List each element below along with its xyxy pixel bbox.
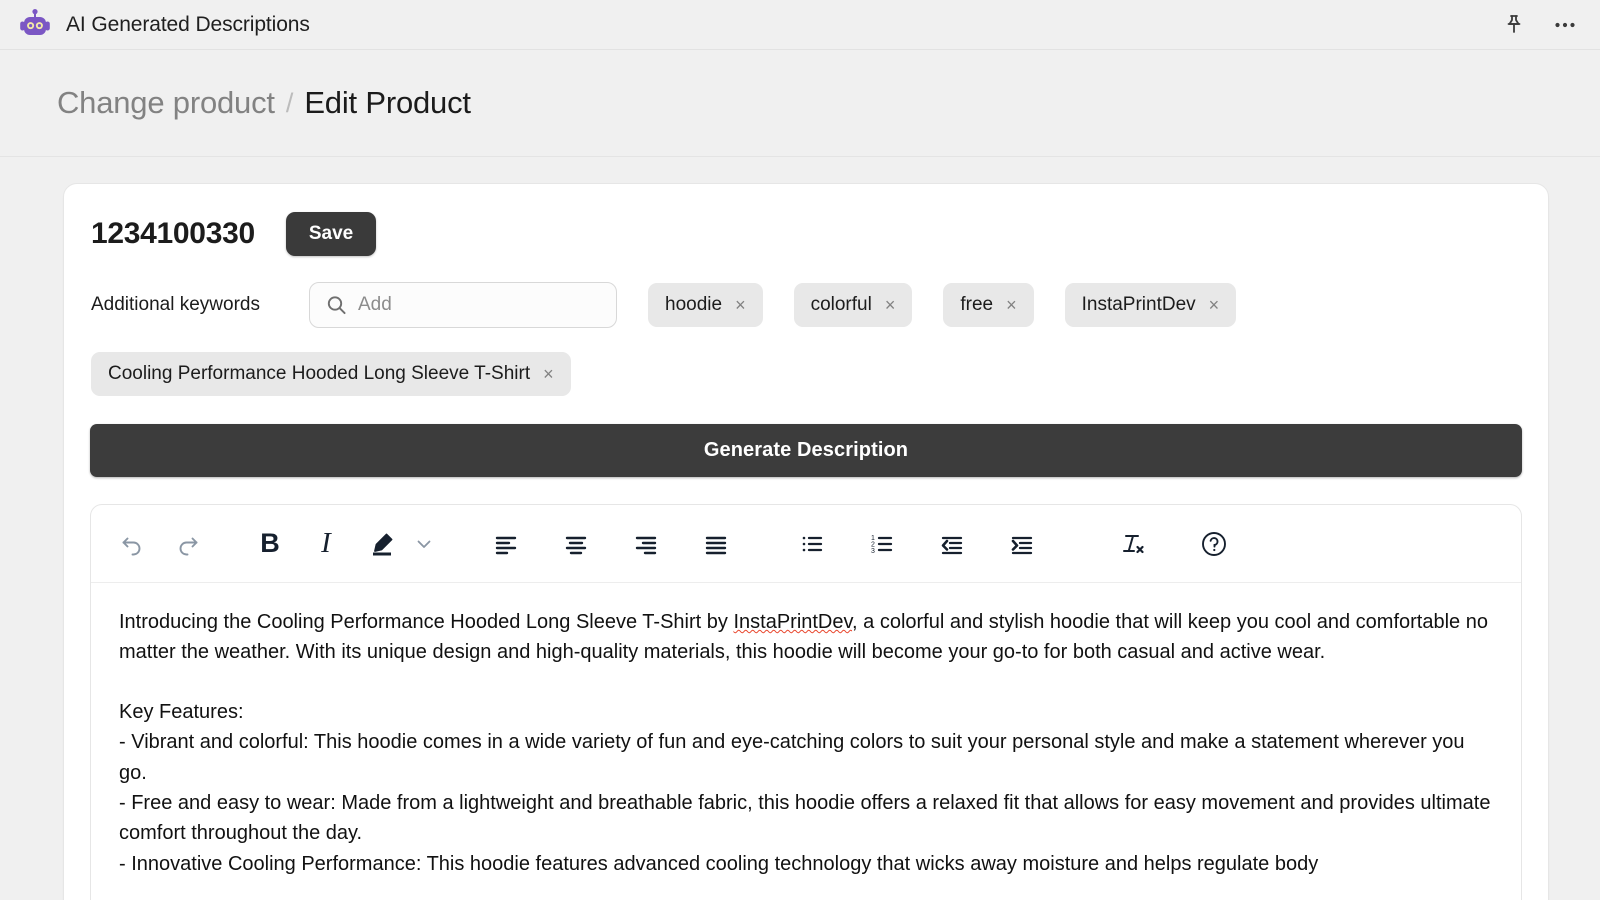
keyword-chip[interactable]: free × [943,283,1033,327]
key-features-heading: Key Features: [119,697,1493,727]
ellipsis-icon[interactable] [1552,12,1578,38]
highlight-pen-icon[interactable] [361,523,403,565]
redo-icon[interactable] [167,523,209,565]
chip-remove-icon[interactable]: × [1006,296,1017,314]
search-icon [326,295,347,316]
chip-label: colorful [811,294,872,316]
keyword-chip[interactable]: colorful × [794,283,913,327]
robot-icon [18,8,52,42]
brand: AI Generated Descriptions [18,8,310,42]
chip-remove-icon[interactable]: × [543,365,554,383]
chip-label: Cooling Performance Hooded Long Sleeve T… [108,363,530,385]
keywords-label: Additional keywords [91,294,309,316]
page-title: Edit Product [304,85,470,121]
breadcrumb-parent[interactable]: Change product [57,85,275,121]
product-id-row: 1234100330 Save [90,212,1522,256]
feature-item-3: - Innovative Cooling Performance: This h… [119,849,1493,879]
keyword-chip[interactable]: Cooling Performance Hooded Long Sleeve T… [91,352,571,396]
bullet-list-icon[interactable] [791,523,833,565]
keyword-search-input[interactable] [309,282,617,328]
breadcrumb: Change product / Edit Product [0,50,1600,157]
keywords-row: Additional keywords hoodie × colorful × [90,282,1522,328]
keyword-chip-list-row2: Cooling Performance Hooded Long Sleeve T… [90,352,1522,396]
chip-label: InstaPrintDev [1082,294,1196,316]
generate-description-button[interactable]: Generate Description [90,424,1522,477]
description-text-area[interactable]: Introducing the Cooling Performance Hood… [91,583,1521,900]
keyword-chip[interactable]: hoodie × [648,283,763,327]
header-actions [1502,12,1578,38]
svg-text:3: 3 [871,548,875,555]
brand-name-misspelled: InstaPrintDev [733,611,852,633]
feature-item-1: - Vibrant and colorful: This hoodie come… [119,727,1493,788]
description-editor: B I [90,504,1522,900]
undo-icon[interactable] [111,523,153,565]
save-button[interactable]: Save [286,212,376,256]
chip-remove-icon[interactable]: × [885,296,896,314]
app-title: AI Generated Descriptions [66,13,310,37]
align-justify-icon[interactable] [695,523,737,565]
feature-item-2: - Free and easy to wear: Made from a lig… [119,788,1493,849]
help-icon[interactable] [1193,523,1235,565]
align-left-icon[interactable] [485,523,527,565]
breadcrumb-separator: / [286,88,294,119]
chevron-down-icon[interactable] [403,523,445,565]
indent-icon[interactable] [1001,523,1043,565]
product-id: 1234100330 [91,217,255,251]
keyword-input-wrap [309,282,617,328]
outdent-icon[interactable] [931,523,973,565]
intro-text-before-brand: Introducing the Cooling Performance Hood… [119,611,733,633]
keyword-chip-list-row1: hoodie × colorful × free × InstaPrintDev… [648,283,1236,327]
chip-label: free [960,294,993,316]
bold-icon[interactable]: B [249,523,291,565]
chip-remove-icon[interactable]: × [1209,296,1220,314]
product-card: 1234100330 Save Additional keywords hood… [63,183,1549,900]
editor-toolbar: B I [91,505,1521,583]
chip-label: hoodie [665,294,722,316]
align-right-icon[interactable] [625,523,667,565]
align-center-icon[interactable] [555,523,597,565]
chip-remove-icon[interactable]: × [735,296,746,314]
page-body: 1234100330 Save Additional keywords hood… [0,157,1600,900]
description-intro-paragraph: Introducing the Cooling Performance Hood… [119,607,1493,668]
numbered-list-icon[interactable]: 1 2 3 [861,523,903,565]
paragraph-spacer [119,668,1493,697]
italic-icon[interactable]: I [305,523,347,565]
clear-format-icon[interactable] [1111,523,1153,565]
app-header: AI Generated Descriptions [0,0,1600,50]
pushpin-icon[interactable] [1502,13,1526,37]
keyword-chip[interactable]: InstaPrintDev × [1065,283,1237,327]
